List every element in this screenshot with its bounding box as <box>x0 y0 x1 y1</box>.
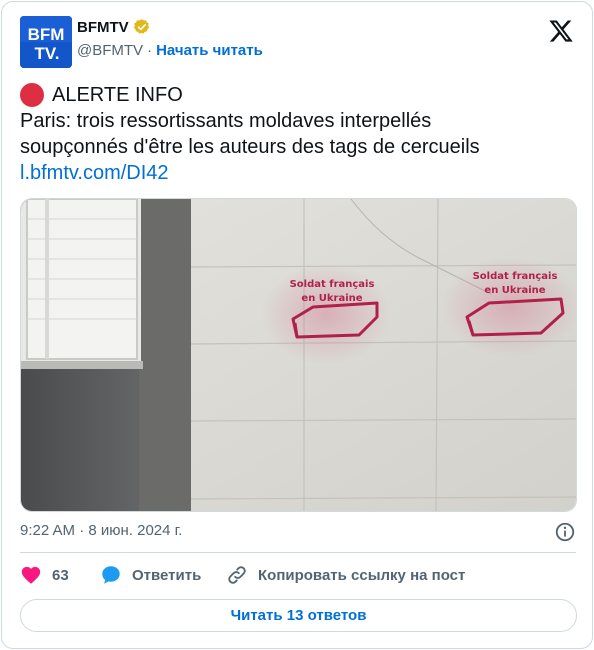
tweet-body-line-2: soupçonnés d'être les auteurs des tags d… <box>20 136 480 158</box>
graffiti-text-2a: Soldat français <box>473 271 558 282</box>
tweet-body-line-1: Paris: trois ressortissants moldaves int… <box>20 110 432 132</box>
x-logo-icon[interactable] <box>548 18 574 44</box>
handle[interactable]: @BFMTV <box>77 42 143 59</box>
graffiti-text-2b: en Ukraine <box>484 285 545 296</box>
avatar-text-top: BFM <box>28 25 65 44</box>
graffiti-text-1a: Soldat français <box>290 279 375 290</box>
bfmtv-logo: BFM TV. <box>20 16 72 68</box>
tweet-header: BFM TV. BFMTV @BFMTV · Начать читать <box>20 16 576 68</box>
tweet-timestamp[interactable]: 9:22 AM · 8 июн. 2024 г. <box>20 522 182 539</box>
reply-bubble-icon <box>102 566 120 584</box>
separator: · <box>147 42 153 59</box>
avatar-text-bottom: TV. <box>35 44 60 63</box>
heart-icon <box>21 566 41 584</box>
tweet-link[interactable]: l.bfmtv.com/DI42 <box>20 162 169 184</box>
tweet-card: BFM TV. BFMTV @BFMTV · Начать читать ALE… <box>1 1 593 649</box>
read-replies-button[interactable]: Читать 13 ответов <box>20 599 577 632</box>
tweet-image[interactable]: Soldat français en Ukraine Soldat frança… <box>20 198 577 512</box>
name-row: BFMTV <box>77 18 151 36</box>
copy-link-button[interactable]: Копировать ссылку на пост <box>226 564 465 586</box>
tweet-meta: 9:22 AM · 8 июн. 2024 г. <box>20 522 576 542</box>
graffiti-text-1b: en Ukraine <box>301 293 362 304</box>
alert-line: ALERTE INFO <box>20 82 580 108</box>
handle-row: @BFMTV · Начать читать <box>77 42 263 59</box>
follow-link[interactable]: Начать читать <box>156 42 263 59</box>
red-circle-icon <box>20 83 44 107</box>
divider <box>20 552 576 553</box>
link-icon <box>228 566 246 584</box>
photo-wall-graffiti: Soldat français en Ukraine Soldat frança… <box>21 199 576 511</box>
copy-link-label: Копировать ссылку на пост <box>258 566 466 584</box>
reply-label: Ответить <box>132 566 202 584</box>
alert-label: ALERTE INFO <box>52 84 183 106</box>
tweet-text: ALERTE INFO Paris: trois ressortissants … <box>20 82 580 186</box>
like-count: 63 <box>52 566 69 584</box>
verified-badge-icon <box>133 19 149 34</box>
tweet-actions: 63 Ответить Копировать ссылку на пост <box>20 564 576 590</box>
info-icon[interactable] <box>554 521 576 543</box>
avatar[interactable]: BFM TV. <box>20 16 72 68</box>
like-button[interactable]: 63 <box>20 564 69 586</box>
display-name[interactable]: BFMTV <box>77 19 129 36</box>
reply-button[interactable]: Ответить <box>100 564 201 586</box>
